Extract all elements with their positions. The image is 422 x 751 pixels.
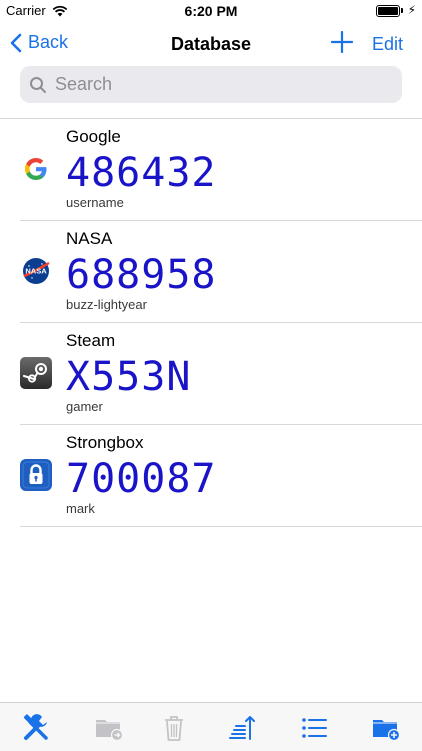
entries-list: Google 486432 username NASA NASA 688958 … bbox=[0, 119, 422, 527]
trash-icon bbox=[165, 716, 183, 741]
list-item-google[interactable]: Google 486432 username bbox=[0, 119, 422, 221]
google-logo-icon bbox=[20, 153, 52, 185]
entry-name: Strongbox bbox=[66, 433, 144, 452]
entry-username: username bbox=[66, 195, 124, 210]
battery-nub bbox=[401, 8, 403, 13]
list-item-nasa[interactable]: NASA NASA 688958 buzz-lightyear bbox=[0, 221, 422, 323]
move-folder-icon bbox=[96, 720, 124, 742]
entry-username: buzz-lightyear bbox=[66, 297, 147, 312]
new-folder-icon bbox=[373, 720, 401, 742]
delete-button[interactable] bbox=[158, 712, 190, 744]
list-icon bbox=[302, 718, 327, 738]
row-divider bbox=[20, 526, 422, 527]
new-folder-button[interactable] bbox=[370, 712, 402, 744]
search-icon bbox=[30, 76, 46, 93]
entry-name: Steam bbox=[66, 331, 116, 350]
entry-username: mark bbox=[66, 501, 95, 516]
status-time: 6:20 PM bbox=[184, 3, 238, 19]
list-view-button[interactable] bbox=[298, 712, 330, 744]
entry-name: Google bbox=[66, 127, 121, 146]
tools-icon bbox=[23, 714, 48, 740]
edit-button[interactable]: Edit bbox=[372, 34, 403, 55]
add-button[interactable] bbox=[330, 30, 354, 58]
tools-button[interactable] bbox=[20, 712, 52, 744]
strongbox-logo-icon bbox=[20, 459, 52, 491]
steam-logo-icon bbox=[20, 357, 52, 389]
svg-text:NASA: NASA bbox=[25, 267, 47, 276]
otp-code: 486432 bbox=[66, 150, 217, 196]
otp-code: 688958 bbox=[66, 252, 217, 298]
plus-icon bbox=[330, 30, 354, 54]
page-title: Database bbox=[170, 34, 252, 54]
status-bar: Carrier 6:20 PM ⚡︎ bbox=[0, 0, 422, 22]
move-button[interactable] bbox=[93, 712, 125, 744]
entry-username: gamer bbox=[66, 399, 103, 414]
sort-button[interactable] bbox=[226, 712, 258, 744]
bottom-toolbar bbox=[0, 702, 422, 751]
list-item-steam[interactable]: Steam X553N gamer bbox=[0, 323, 422, 425]
battery-icon bbox=[376, 5, 400, 17]
otp-code: 700087 bbox=[66, 456, 217, 502]
otp-code: X553N bbox=[66, 354, 192, 400]
nasa-logo-icon: NASA bbox=[20, 255, 52, 287]
list-item-strongbox[interactable]: Strongbox 700087 mark bbox=[0, 425, 422, 527]
search-bar[interactable] bbox=[20, 66, 402, 103]
entry-name: NASA bbox=[66, 229, 113, 248]
charging-bolt-icon: ⚡︎ bbox=[407, 3, 416, 17]
sort-icon bbox=[229, 716, 255, 740]
navigation-bar: Back Database Edit bbox=[0, 22, 422, 66]
search-input[interactable] bbox=[53, 73, 377, 96]
